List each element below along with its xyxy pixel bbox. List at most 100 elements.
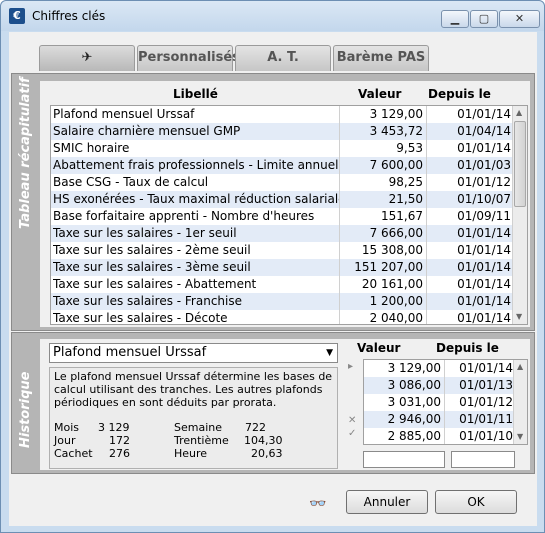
row-value: 1 200,00 — [340, 293, 427, 310]
scroll-up-icon[interactable]: ▲ — [517, 362, 523, 371]
history-header-value[interactable]: Valeur — [357, 341, 400, 355]
period-cachet-value: 276 — [109, 447, 130, 460]
history-row-since: 01/01/12 — [459, 395, 513, 409]
row-value: 151,67 — [340, 208, 427, 225]
table-row[interactable]: Taxe sur les salaires - Décote 2 040,00 01… — [51, 310, 513, 325]
table-row[interactable]: Salaire charnière mensuel GMP 3 453,72 01/… — [51, 123, 513, 140]
history-row[interactable]: 3 086,00 01/01/13 — [364, 377, 514, 394]
row-since: 01/01/14 — [457, 226, 511, 240]
scroll-down-icon[interactable]: ▼ — [516, 312, 522, 321]
table-row[interactable]: Base forfaitaire apprenti - Nombre d'heu… — [51, 208, 513, 225]
history-panel: Historique Plafond mensuel Urssaf ▼ Le p… — [11, 332, 535, 474]
history-row[interactable]: 3 129,00 01/01/14 — [364, 360, 514, 377]
row-value: 7 600,00 — [340, 157, 427, 174]
table-row[interactable]: Plafond mensuel Urssaf 3 129,00 01/01/14 — [51, 106, 513, 123]
period-semaine-value: 722 — [245, 421, 266, 434]
row-value: 15 308,00 — [340, 242, 427, 259]
table-row[interactable]: Taxe sur les salaires - 3ème seuil 151 20… — [51, 259, 513, 276]
summary-content: Libellé Valeur Depuis le Taxe sur les sa… — [40, 81, 530, 327]
description-text: Le plafond mensuel Urssaf détermine les … — [54, 370, 333, 409]
tab-at[interactable]: A. T. — [235, 45, 331, 71]
maximize-button[interactable]: ▢ — [470, 10, 498, 28]
new-since-input[interactable] — [451, 451, 515, 468]
history-row-value: 3 031,00 — [364, 394, 445, 411]
row-label: Taxe sur les salaires - 1er seuil — [53, 225, 340, 242]
row-label: Taxe sur les salaires - Décote — [53, 310, 340, 324]
row-since: 01/01/14 — [457, 277, 511, 291]
tab-bareme-pas[interactable]: Barème PAS — [333, 45, 429, 71]
row-label: Taxe sur les salaires - Franchise — [53, 293, 340, 310]
history-row-value: 2 946,00 — [364, 411, 445, 428]
row-label: HS exonérées - Taux maximal réduction sa… — [53, 191, 340, 208]
history-row[interactable]: 3 031,00 01/01/12 — [364, 394, 514, 411]
row-since: 01/01/14 — [457, 311, 511, 325]
history-row[interactable]: 2 946,00 01/01/11 — [364, 411, 514, 428]
history-row-since: 01/01/10 — [459, 429, 513, 443]
history-dropdown[interactable]: Plafond mensuel Urssaf ▼ — [49, 343, 338, 363]
history-scrollbar[interactable]: ▲ ▼ — [513, 360, 527, 444]
tab-personnalises[interactable]: Personnalisés — [137, 45, 240, 71]
row-since: 01/01/14 — [457, 260, 511, 274]
row-value: 9,53 — [340, 140, 427, 157]
ok-button[interactable]: OK — [435, 490, 517, 514]
row-since: 01/01/14 — [457, 294, 511, 308]
row-value: 7 666,00 — [340, 225, 427, 242]
history-description: Le plafond mensuel Urssaf détermine les … — [49, 367, 338, 469]
window: € Chiffres clés ▁ ▢ ✕ ✈ Personnalisés A.… — [0, 0, 545, 533]
new-value-input[interactable] — [363, 451, 445, 468]
scroll-thumb[interactable] — [514, 121, 526, 207]
table-row[interactable]: HS exonérées - Taux maximal réduction sa… — [51, 191, 513, 208]
row-since: 01/01/14 — [457, 141, 511, 155]
row-value: 151 207,00 — [340, 259, 427, 276]
validate-icon[interactable]: ✓ — [348, 428, 356, 439]
row-since: 01/01/14 — [457, 243, 511, 257]
summary-panel: Tableau récapitulatif Libellé Valeur Dep… — [11, 73, 535, 331]
scroll-down-icon[interactable]: ▼ — [517, 432, 523, 441]
row-since: 01/09/11 — [457, 209, 511, 223]
delete-icon[interactable]: ✕ — [348, 415, 356, 426]
window-title: Chiffres clés — [32, 9, 106, 23]
column-header-since[interactable]: Depuis le — [428, 87, 491, 101]
row-since: 01/04/14 — [457, 124, 511, 138]
history-row-value: 3 086,00 — [364, 377, 445, 394]
column-header-label[interactable]: Libellé — [173, 87, 218, 101]
scroll-up-icon[interactable]: ▲ — [516, 108, 522, 117]
period-mois-label: Mois — [54, 421, 80, 434]
close-button[interactable]: ✕ — [499, 10, 540, 28]
history-selected-value: Plafond mensuel Urssaf — [53, 345, 207, 360]
glasses-icon[interactable]: 👓 — [309, 496, 326, 512]
history-header-since[interactable]: Depuis le — [436, 341, 499, 355]
minimize-button[interactable]: ▁ — [441, 10, 469, 28]
period-heure-label: Heure — [174, 447, 208, 460]
row-label: Salaire charnière mensuel GMP — [53, 123, 340, 140]
row-value: 98,25 — [340, 174, 427, 191]
row-label: Base CSG - Taux de calcul — [53, 174, 340, 191]
row-since: 01/01/03 — [457, 158, 511, 172]
history-table[interactable]: 2 885,00 01/01/10 2 946,00 01/01/11 3 031,00… — [363, 359, 528, 445]
row-since: 01/01/14 — [457, 107, 511, 121]
table-row[interactable]: Taxe sur les salaires - Franchise 1 200,0… — [51, 293, 513, 310]
summary-scrollbar[interactable]: ▲ ▼ — [512, 106, 527, 324]
table-row[interactable]: SMIC horaire 9,53 01/01/14 — [51, 140, 513, 157]
tab-general[interactable]: ✈ — [39, 45, 135, 71]
period-jour-value: 172 — [109, 434, 130, 447]
column-header-value[interactable]: Valeur — [358, 87, 401, 101]
table-row[interactable]: Taxe sur les salaires - Abattement 20 161… — [51, 276, 513, 293]
period-semaine-label: Semaine — [174, 421, 223, 434]
history-section-label: Historique — [18, 371, 33, 448]
row-value: 2 040,00 — [340, 310, 427, 324]
cancel-button[interactable]: Annuler — [346, 490, 428, 514]
euro-app-icon: € — [9, 8, 25, 24]
table-row[interactable]: Taxe sur les salaires - 2ème seuil 15 308… — [51, 242, 513, 259]
table-row[interactable]: Taxe sur les salaires - 1er seuil 7 666,0… — [51, 225, 513, 242]
period-heure-value: 20,63 — [251, 447, 283, 460]
summary-table[interactable]: Taxe sur les salaires - Décote 2 040,00 01… — [50, 105, 528, 325]
table-row[interactable]: Abattement frais professionnels - Limite… — [51, 157, 513, 174]
table-row[interactable]: Base CSG - Taux de calcul 98,25 01/01/12 — [51, 174, 513, 191]
period-mois-value: 3 129 — [98, 421, 130, 434]
row-label: Taxe sur les salaires - 3ème seuil — [53, 259, 340, 276]
history-row[interactable]: 2 885,00 01/01/10 — [364, 428, 514, 444]
airplane-icon: ✈ — [81, 50, 93, 65]
history-row-since: 01/01/11 — [459, 412, 513, 426]
row-value: 21,50 — [340, 191, 427, 208]
